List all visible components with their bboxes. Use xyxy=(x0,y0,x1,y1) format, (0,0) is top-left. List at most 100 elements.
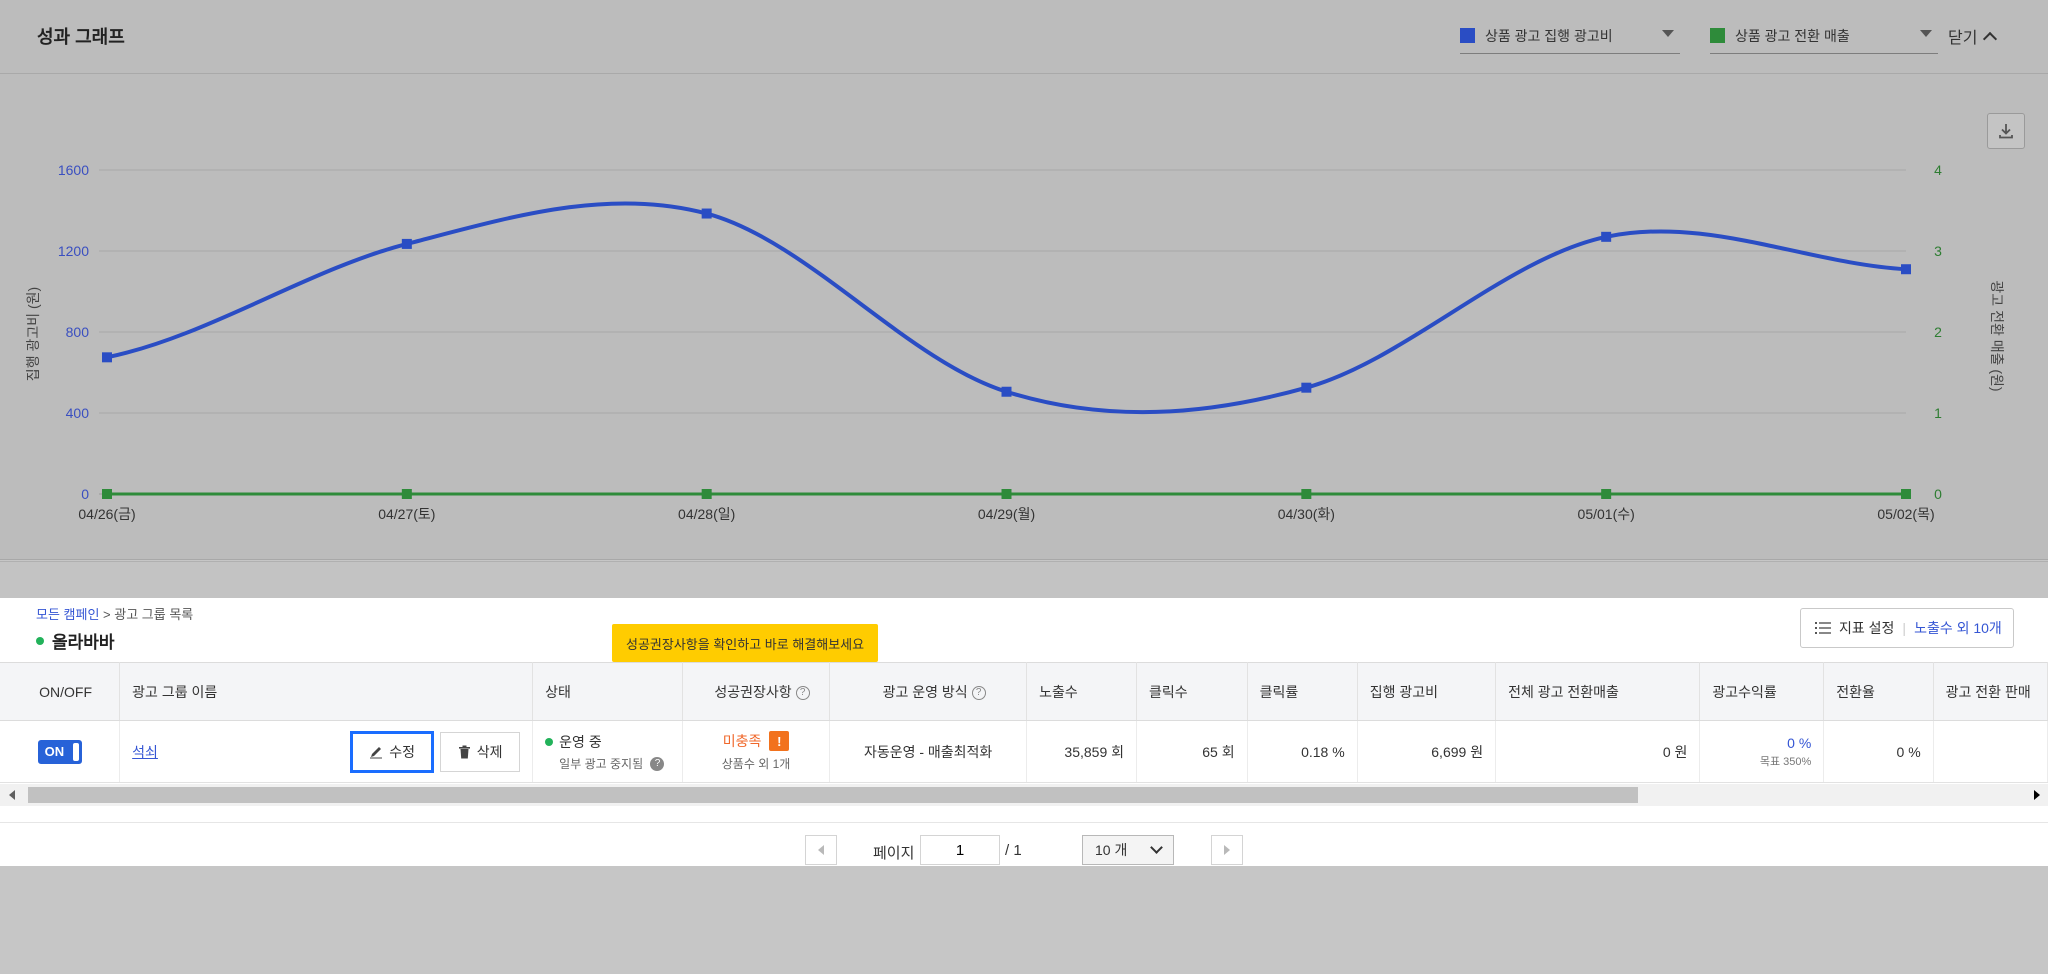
status-sub: 일부 광고 중지됨 ? xyxy=(559,755,670,772)
help-icon[interactable]: ? xyxy=(650,757,665,772)
data-point xyxy=(1301,382,1312,393)
help-icon[interactable]: ? xyxy=(971,685,986,700)
next-page-button[interactable] xyxy=(1211,835,1243,865)
chart-title: 성과 그래프 xyxy=(37,27,125,47)
col-ctr[interactable]: 클릭률 xyxy=(1247,662,1358,721)
scroll-thumb[interactable] xyxy=(28,787,1638,803)
data-point xyxy=(401,238,412,249)
series-select-revenue[interactable]: 상품 광고 전환 매출 xyxy=(1710,18,1938,54)
group-name: 올라바바 xyxy=(52,633,115,652)
y2-tick-label: 4 xyxy=(1934,162,1942,178)
col-roas[interactable]: 광고수익률 xyxy=(1699,662,1825,721)
cell-total-revenue: 0 원 xyxy=(1495,720,1701,783)
series-select-label: 상품 광고 집행 광고비 xyxy=(1485,27,1613,44)
x-tick-label: 04/27(토) xyxy=(378,506,435,522)
col-operation[interactable]: 광고 운영 방식? xyxy=(829,662,1028,721)
data-point xyxy=(1901,489,1911,499)
status-dot-icon xyxy=(545,737,554,746)
breadcrumb-current: 광고 그룹 목록 xyxy=(114,607,194,622)
y-axis-label: 집행 광고비 (원) xyxy=(25,287,41,381)
y-tick-label: 0 xyxy=(81,486,89,502)
data-point xyxy=(1301,489,1312,499)
prev-page-button[interactable] xyxy=(805,835,837,865)
data-point xyxy=(1001,489,1012,499)
col-spend[interactable]: 집행 광고비 xyxy=(1357,662,1497,721)
col-onoff[interactable]: ON/OFF xyxy=(0,662,121,721)
chevron-up-icon xyxy=(1983,31,1998,47)
status-dot-icon xyxy=(36,636,44,645)
page-size-label: 10 개 xyxy=(1095,842,1128,858)
y-tick-label: 400 xyxy=(66,405,90,421)
col-total-revenue[interactable]: 전체 광고 전환매출 xyxy=(1495,662,1701,721)
recommendation-status[interactable]: 미충족 ! xyxy=(695,731,817,751)
trash-icon xyxy=(458,745,470,758)
help-icon[interactable]: ? xyxy=(795,685,810,700)
col-recommendation-label: 성공권장사항 xyxy=(714,683,792,700)
y-axis-ticks: 0 400 800 1200 1600 xyxy=(58,162,89,502)
edit-label: 수정 xyxy=(389,743,416,760)
page-size-select[interactable]: 10 개 xyxy=(1082,835,1174,865)
divider-band xyxy=(0,561,2048,598)
y2-axis-ticks: 0 1 2 3 4 xyxy=(1934,162,1942,502)
data-point xyxy=(1601,231,1612,242)
page-input[interactable] xyxy=(920,835,1000,865)
data-point xyxy=(1601,489,1612,499)
series-select-spend[interactable]: 상품 광고 집행 광고비 xyxy=(1460,18,1680,54)
metric-settings-button[interactable]: 지표 설정 | 노출수 외 10개 xyxy=(1800,608,2014,648)
close-graph-button[interactable]: 닫기 xyxy=(1948,24,1998,48)
delete-button[interactable]: 삭제 xyxy=(440,731,521,772)
recommendation-label: 미충족 xyxy=(722,733,762,749)
series-line xyxy=(106,201,1907,415)
chart-gridlines xyxy=(99,169,1906,495)
list-icon xyxy=(1815,622,1831,634)
page-label: 페이지 xyxy=(873,845,915,862)
col-clicks[interactable]: 클릭수 xyxy=(1136,662,1248,721)
data-point xyxy=(1001,386,1012,397)
breadcrumb-separator: > xyxy=(103,607,111,622)
data-point xyxy=(401,489,412,499)
chart-series xyxy=(102,201,1911,499)
scroll-right-icon[interactable] xyxy=(2034,790,2040,800)
caret-down-icon xyxy=(1662,30,1674,37)
on-off-toggle[interactable]: ON xyxy=(37,739,82,764)
cell-operation: 자동운영 - 매출최적화 xyxy=(829,720,1028,783)
page-title: 올라바바 xyxy=(36,628,115,653)
performance-graph-panel: 성과 그래프 상품 광고 집행 광고비 상품 광고 전환 매출 닫기 0 400 8… xyxy=(0,0,2048,560)
col-impressions[interactable]: 노출수 xyxy=(1026,662,1137,721)
metric-settings-label: 지표 설정 xyxy=(1839,620,1895,636)
col-recommendation[interactable]: 성공권장사항? xyxy=(682,662,831,721)
chevron-right-icon xyxy=(1224,845,1230,855)
caret-down-icon xyxy=(1920,30,1932,37)
recommendation-tooltip: 성공권장사항을 확인하고 바로 해결해보세요 xyxy=(612,624,879,670)
col-status[interactable]: 상태 xyxy=(532,662,683,721)
y-tick-label: 1600 xyxy=(58,162,89,178)
cell-ctr: 0.18 % xyxy=(1247,720,1358,783)
cell-roas: 0 % 목표 350% xyxy=(1699,720,1825,783)
status-label: 운영 중 xyxy=(559,733,602,750)
delete-label: 삭제 xyxy=(476,743,503,760)
status-main: 운영 중 xyxy=(545,732,670,752)
series-swatch-green xyxy=(1710,28,1725,43)
series-swatch-blue xyxy=(1460,28,1475,43)
data-point xyxy=(102,489,112,499)
horizontal-scrollbar[interactable] xyxy=(0,784,2048,806)
pagination: 페이지 / 1 10 개 xyxy=(0,822,2048,866)
cell-status: 운영 중 일부 광고 중지됨 ? xyxy=(532,720,683,783)
group-name-link[interactable]: 석쇠 xyxy=(132,742,332,762)
breadcrumb-root-link[interactable]: 모든 캠페인 xyxy=(36,607,99,622)
x-tick-label: 05/02(목) xyxy=(1877,506,1934,522)
scroll-left-icon[interactable] xyxy=(9,790,15,800)
col-sales[interactable]: 광고 전환 판매 xyxy=(1933,662,2048,721)
col-cvr[interactable]: 전환율 xyxy=(1823,662,1934,721)
y2-axis-label: 광고 전환 매출 (원) xyxy=(1989,280,2005,391)
cell-clicks: 65 회 xyxy=(1136,720,1248,783)
x-tick-label: 04/29(월) xyxy=(978,506,1035,522)
roas-value[interactable]: 0 % xyxy=(1712,735,1811,751)
metric-summary: 노출수 외 10개 xyxy=(1914,620,2002,636)
data-point xyxy=(701,208,712,219)
col-operation-label: 광고 운영 방식 xyxy=(882,683,968,700)
col-group-name[interactable]: 광고 그룹 이름 xyxy=(119,662,534,721)
x-axis-ticks: 04/26(금) 04/27(토) 04/28(일) 04/29(월) 04/30(화)… xyxy=(78,506,1934,522)
edit-button[interactable]: 수정 xyxy=(350,730,435,773)
toggle-knob xyxy=(72,742,79,761)
